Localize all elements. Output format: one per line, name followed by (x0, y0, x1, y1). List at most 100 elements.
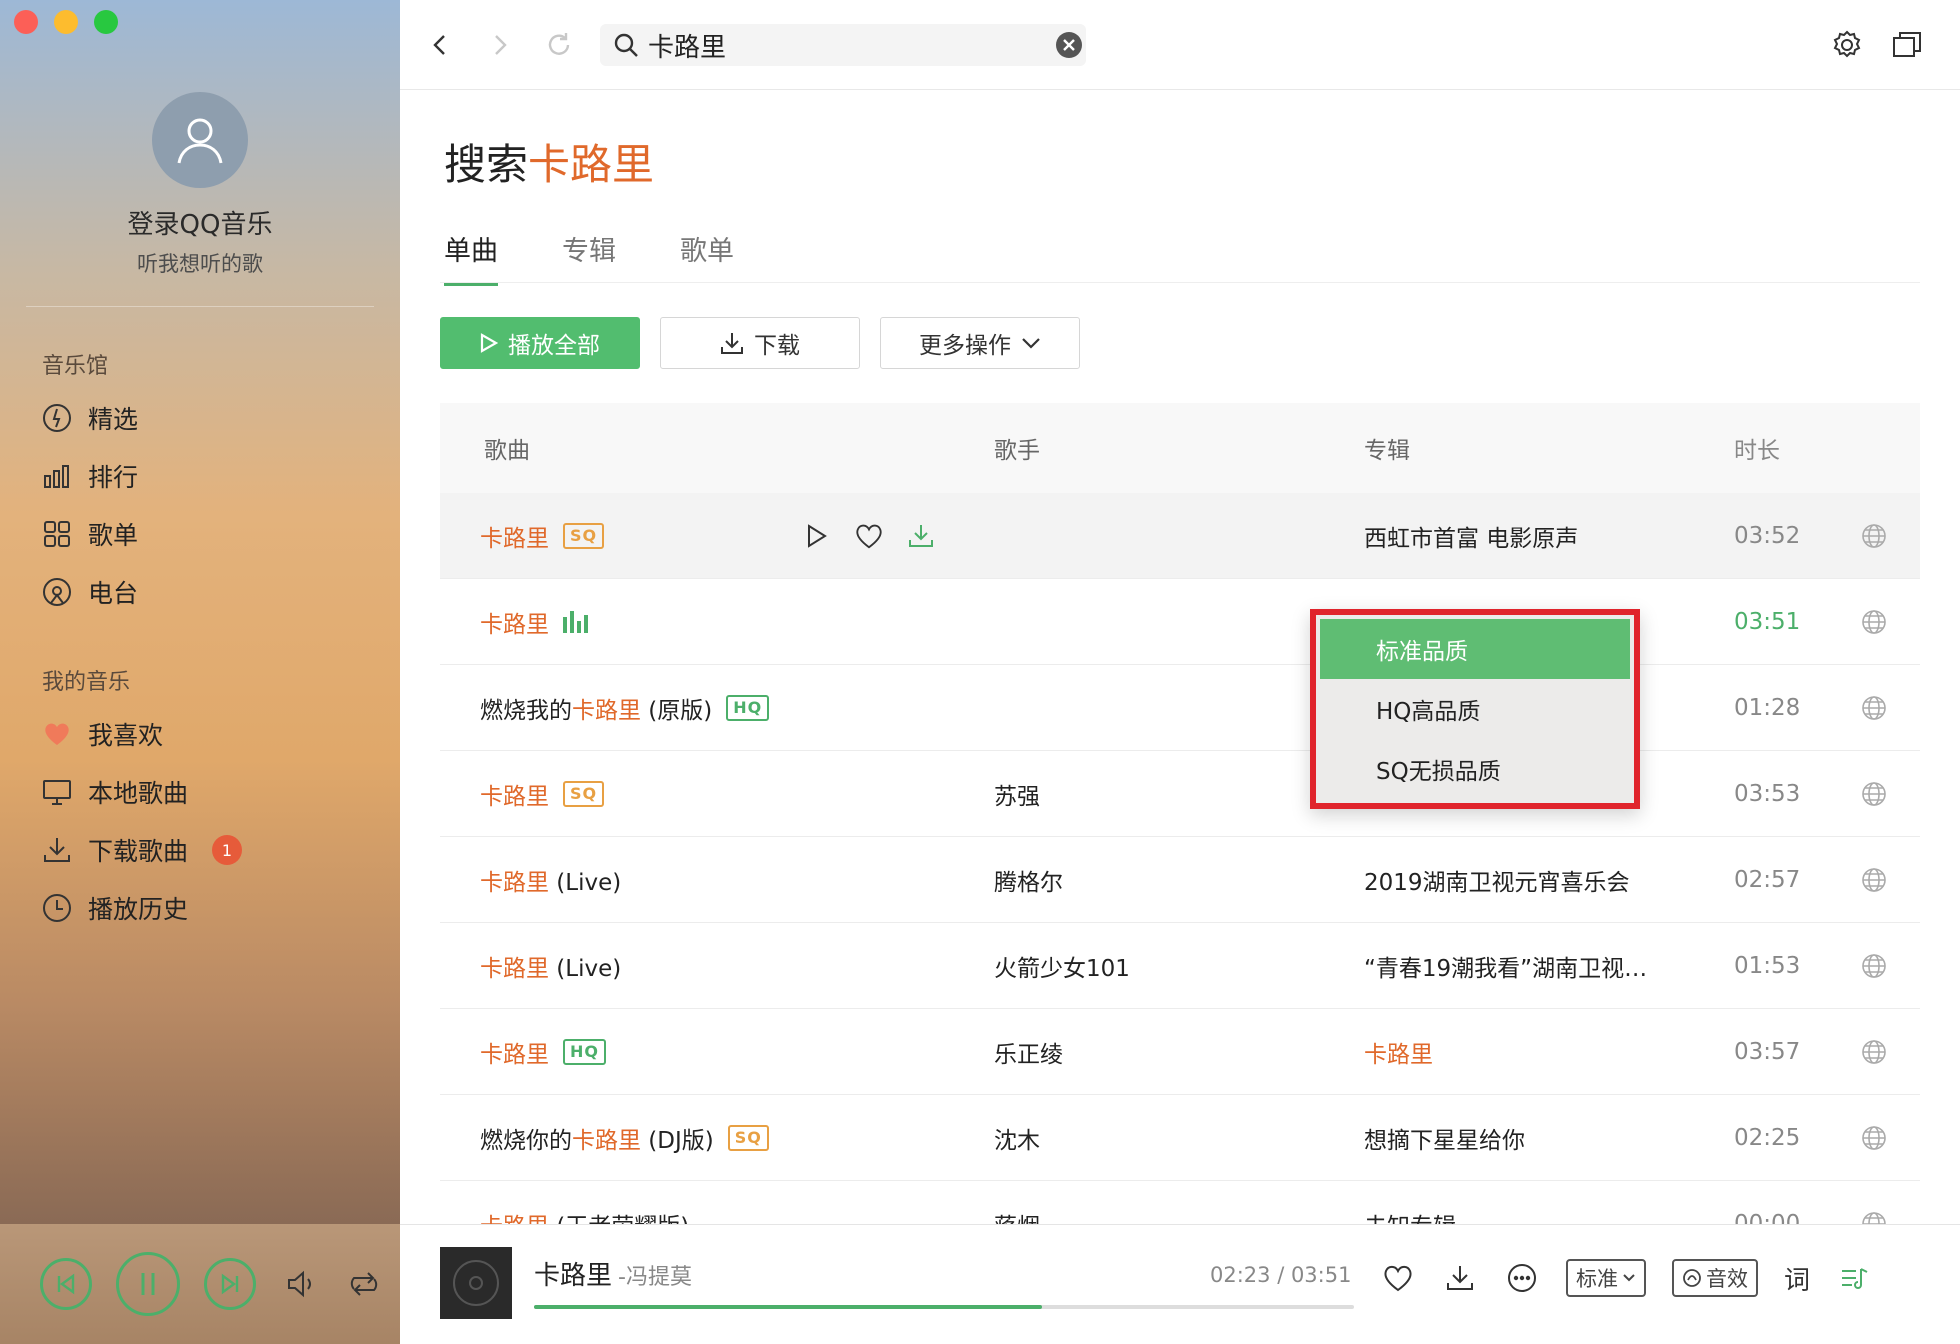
forward-button[interactable] (480, 26, 518, 64)
artist-cell[interactable]: 沈木 (994, 1121, 1364, 1155)
search-input[interactable] (648, 30, 1028, 60)
album-cover[interactable] (440, 1247, 512, 1319)
row-play-button[interactable] (800, 519, 834, 553)
tab-albums[interactable]: 专辑 (562, 229, 616, 286)
album-cell[interactable]: 西虹市首富 电影原声 (1364, 519, 1734, 553)
song-title[interactable]: 卡路里 (Live) (480, 863, 621, 897)
song-title[interactable]: 卡路里 (王者荣耀版) (480, 1207, 689, 1225)
login-link[interactable]: 登录QQ音乐 (0, 204, 400, 241)
now-playing-title[interactable]: 卡路里 (534, 1261, 612, 1291)
previous-button[interactable] (40, 1258, 92, 1310)
more-actions-button[interactable]: 更多操作 (880, 317, 1080, 369)
chevron-down-icon (1022, 338, 1040, 349)
gear-icon (1833, 30, 1861, 58)
globe-button[interactable] (1854, 867, 1894, 893)
row-download-button[interactable] (904, 519, 938, 553)
sidebar-item-local-songs[interactable]: 本地歌曲 (40, 770, 188, 814)
quality-selector[interactable]: 标准 (1566, 1259, 1646, 1297)
now-playing-artist[interactable]: -冯提莫 (618, 1265, 692, 1290)
download-button[interactable]: 下载 (660, 317, 860, 369)
album-cell[interactable]: 卡路里 (1364, 1035, 1734, 1069)
sidebar-item-downloads[interactable]: 下载歌曲 1 (40, 828, 243, 872)
volume-button[interactable] (280, 1264, 320, 1304)
sidebar-item-charts[interactable]: 排行 (40, 454, 138, 498)
like-button[interactable] (1380, 1260, 1416, 1296)
table-row[interactable]: 燃烧你的卡路里 (DJ版) SQ 沈木 想摘下星星给你 02:25 (440, 1095, 1920, 1181)
globe-button[interactable] (1854, 695, 1894, 721)
header-song[interactable]: 歌曲 (440, 431, 994, 465)
artist-cell[interactable]: 腾格尔 (994, 863, 1364, 897)
page-title: 搜索卡路里 (444, 131, 654, 192)
sidebar-item-history[interactable]: 播放历史 (40, 886, 188, 930)
duration-cell: 03:57 (1734, 1038, 1801, 1065)
song-title[interactable]: 卡路里 (480, 777, 549, 811)
table-row[interactable]: 燃烧我的卡路里 (原版) HQ 燃烧我的卡路里 01:28 (440, 665, 1920, 751)
table-row[interactable]: 卡路里 03:51 (440, 579, 1920, 665)
artist-cell[interactable]: 火箭少女101 (994, 949, 1364, 983)
album-cell[interactable]: 想摘下星星给你 (1364, 1121, 1734, 1155)
table-row[interactable]: 卡路里 (Live) 火箭少女101 “青春19潮我看”湖南卫视… 01:53 (440, 923, 1920, 1009)
song-title[interactable]: 卡路里 (480, 519, 549, 553)
sidebar-item-favorites[interactable]: 我喜欢 (40, 712, 163, 756)
table-row[interactable]: 卡路里 (王者荣耀版) 蒋烟未知专辑 00:00 (440, 1181, 1920, 1224)
song-title[interactable]: 卡路里 (480, 1035, 549, 1069)
song-title[interactable]: 卡路里 (480, 605, 549, 639)
sidebar-item-radio[interactable]: 电台 (40, 570, 138, 614)
table-row[interactable]: 卡路里 SQ 西虹市首富 电影原声 03:52 (440, 493, 1920, 579)
quality-option-sq[interactable]: SQ无损品质 (1320, 739, 1630, 799)
album-cell[interactable]: “青春19潮我看”湖南卫视… (1364, 949, 1734, 983)
globe-button[interactable] (1854, 1039, 1894, 1065)
more-options-button[interactable] (1504, 1260, 1540, 1296)
header-album[interactable]: 专辑 (1364, 431, 1734, 465)
page-title-prefix: 搜索 (444, 140, 529, 189)
globe-button[interactable] (1854, 1125, 1894, 1151)
playlist-button[interactable] (1836, 1260, 1872, 1296)
sound-effect-button[interactable]: 音效 (1672, 1259, 1758, 1297)
artist-cell[interactable]: 苏强 (994, 777, 1364, 811)
back-button[interactable] (422, 26, 460, 64)
mini-mode-button[interactable] (1888, 26, 1926, 64)
globe-button[interactable] (1854, 1211, 1894, 1224)
song-title[interactable]: 燃烧你的卡路里 (DJ版) (480, 1121, 714, 1155)
song-title-pre: 燃烧你的 (480, 1127, 572, 1154)
header-duration[interactable]: 时长 (1734, 431, 1854, 465)
next-button[interactable] (204, 1258, 256, 1310)
lyrics-button[interactable]: 词 (1784, 1260, 1810, 1297)
clear-search-button[interactable] (1056, 32, 1082, 58)
progress-bar[interactable] (534, 1305, 1354, 1309)
tab-songs[interactable]: 单曲 (444, 229, 498, 286)
repeat-mode-button[interactable] (344, 1264, 384, 1304)
section-music-hall: 音乐馆 (42, 354, 109, 379)
download-song-button[interactable] (1442, 1260, 1478, 1296)
album-cell[interactable]: 未知专辑 (1364, 1207, 1734, 1225)
song-title-keyword: 卡路里 (480, 783, 549, 810)
avatar[interactable] (152, 92, 248, 188)
sidebar-item-playlists[interactable]: 歌单 (40, 512, 138, 556)
album-cell[interactable]: 2019湖南卫视元宵喜乐会 (1364, 863, 1734, 897)
song-title[interactable]: 卡路里 (Live) (480, 949, 621, 983)
zoom-window-button[interactable] (94, 10, 118, 34)
refresh-button[interactable] (540, 26, 578, 64)
globe-button[interactable] (1854, 523, 1894, 549)
play-all-button[interactable]: 播放全部 (440, 317, 640, 369)
minimize-window-button[interactable] (54, 10, 78, 34)
song-title-keyword: 卡路里 (480, 869, 549, 896)
header-artist[interactable]: 歌手 (994, 431, 1364, 465)
sidebar-item-selected[interactable]: 精选 (40, 396, 138, 440)
row-like-button[interactable] (852, 519, 886, 553)
quality-option-hq[interactable]: HQ高品质 (1320, 679, 1630, 739)
quality-option-standard[interactable]: 标准品质 (1320, 619, 1630, 679)
song-title[interactable]: 燃烧我的卡路里 (原版) (480, 691, 712, 725)
artist-cell[interactable]: 乐正绫 (994, 1035, 1364, 1069)
artist-cell[interactable]: 蒋烟 (994, 1207, 1364, 1225)
table-row[interactable]: 卡路里 HQ 乐正绫 卡路里 03:57 (440, 1009, 1920, 1095)
table-row[interactable]: 卡路里 (Live) 腾格尔 2019湖南卫视元宵喜乐会 02:57 (440, 837, 1920, 923)
globe-button[interactable] (1854, 609, 1894, 635)
table-row[interactable]: 卡路里 SQ苏强 卡路里 03:53 (440, 751, 1920, 837)
settings-button[interactable] (1828, 26, 1866, 64)
globe-button[interactable] (1854, 953, 1894, 979)
globe-button[interactable] (1854, 781, 1894, 807)
close-window-button[interactable] (14, 10, 38, 34)
tab-playlists[interactable]: 歌单 (680, 229, 734, 286)
pause-button[interactable] (116, 1252, 180, 1316)
